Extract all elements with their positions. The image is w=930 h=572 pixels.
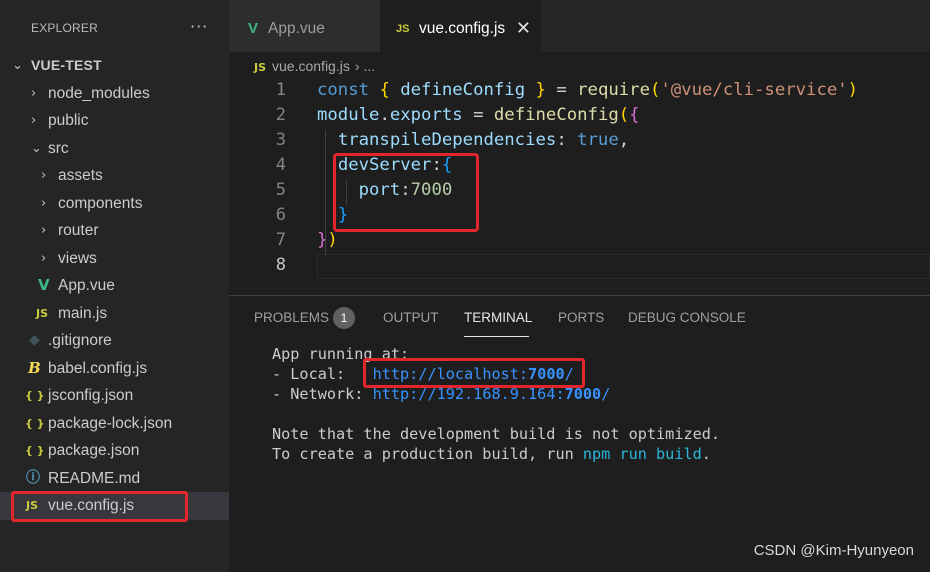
code-line: }): [317, 230, 338, 250]
folder-public[interactable]: › public: [0, 107, 229, 135]
highlight-box-devserver: [333, 153, 479, 232]
vue-icon: V: [248, 20, 259, 37]
js-icon: JS: [36, 306, 49, 320]
babel-icon: B: [28, 358, 41, 377]
file-app-vue[interactable]: V App.vue: [0, 272, 229, 300]
vue-icon: V: [38, 276, 50, 294]
line-number: 7: [275, 230, 286, 250]
line-number: 1: [275, 80, 286, 100]
file-gitignore[interactable]: ◆ .gitignore: [0, 327, 229, 355]
watermark: CSDN @Kim-Hyunyeon: [753, 542, 914, 559]
json-icon: { }: [25, 444, 45, 457]
code-line: module.exports = defineConfig({: [317, 105, 640, 125]
chevron-right-icon: ›: [31, 85, 37, 101]
tree-item-label: package-lock.json: [48, 414, 173, 432]
tree-item-label: src: [48, 139, 69, 157]
breadcrumb: JS vue.config.js ›...: [254, 58, 375, 74]
line-number: 2: [275, 105, 286, 125]
terminal-network-label: - Network:: [272, 385, 373, 403]
js-icon: JS: [396, 23, 410, 35]
tab-app-vue[interactable]: V App.vue: [229, 0, 380, 52]
folder-node-modules[interactable]: › node_modules: [0, 80, 229, 108]
file-babel-config[interactable]: B babel.config.js: [0, 355, 229, 383]
json-icon: { }: [25, 389, 45, 402]
tree-item-label: App.vue: [58, 277, 115, 294]
git-icon: ◆: [29, 332, 40, 348]
current-line-highlight: [317, 254, 930, 279]
tree-item-label: main.js: [58, 304, 108, 322]
folder-assets[interactable]: › assets: [0, 162, 229, 190]
chevron-right-icon: ›: [41, 195, 47, 211]
chevron-right-icon: ›: [41, 223, 47, 238]
tree-item-label: public: [48, 112, 89, 129]
more-actions-icon[interactable]: ···: [190, 17, 208, 36]
file-main-js[interactable]: JS main.js: [0, 300, 229, 328]
explorer-sidebar: EXPLORER ··· ⌄ VUE-TEST › node_modules ›…: [0, 0, 229, 572]
json-icon: { }: [25, 416, 45, 430]
code-line: transpileDependencies: true,: [337, 130, 630, 150]
line-number: 6: [275, 205, 286, 225]
file-package-lock[interactable]: { } package-lock.json: [0, 410, 229, 438]
chevron-down-icon: ⌄: [12, 58, 23, 73]
explorer-title: EXPLORER: [31, 21, 98, 35]
highlight-box-local-url: [363, 358, 585, 388]
active-tab-indicator: [464, 336, 529, 337]
tree-item-label: jsconfig.json: [48, 387, 134, 404]
chevron-down-icon: ⌄: [31, 140, 42, 156]
folder-src[interactable]: ⌄ src: [0, 135, 229, 163]
folder-components[interactable]: › components: [0, 190, 229, 218]
chevron-right-icon: ›: [41, 168, 47, 183]
editor-tab-bar: V App.vue JS vue.config.js ✕: [229, 0, 930, 52]
folder-views[interactable]: › views: [0, 245, 229, 273]
highlight-box-file: [11, 491, 188, 522]
tab-ports[interactable]: PORTS: [558, 310, 604, 325]
tree-item-label: node_modules: [48, 84, 150, 102]
file-readme[interactable]: ⓘ README.md: [0, 465, 229, 493]
breadcrumb-file[interactable]: vue.config.js: [272, 58, 350, 74]
js-icon: JS: [254, 61, 267, 74]
file-jsconfig[interactable]: { } jsconfig.json: [0, 382, 229, 410]
terminal-line: To create a production build, run npm ru…: [272, 445, 711, 463]
tree-item-label: package.json: [48, 442, 140, 459]
tree-item-label: views: [58, 249, 97, 267]
tree-item-label: babel.config.js: [48, 359, 148, 377]
chevron-right-icon: ›: [41, 250, 47, 266]
tree-item-label: components: [58, 194, 143, 212]
terminal-line: Note that the development build is not o…: [272, 425, 721, 443]
tree-item-label: README.md: [48, 469, 141, 487]
tab-vue-config[interactable]: JS vue.config.js ✕: [380, 0, 541, 52]
tree-item-label: .gitignore: [48, 332, 112, 349]
folder-root[interactable]: ⌄ VUE-TEST: [0, 52, 229, 80]
problems-count-badge: 1: [333, 307, 355, 329]
code-line: const { defineConfig } = require('@vue/c…: [317, 80, 859, 100]
file-package-json[interactable]: { } package.json: [0, 437, 229, 465]
terminal-local-label: - Local:: [272, 365, 373, 383]
tab-debug-console[interactable]: DEBUG CONSOLE: [628, 310, 746, 325]
info-icon: ⓘ: [26, 469, 40, 486]
close-icon[interactable]: ✕: [516, 0, 531, 58]
line-number: 5: [275, 180, 286, 200]
tree-item-label: assets: [58, 167, 103, 184]
bottom-panel: PROBLEMS 1 OUTPUT TERMINAL PORTS DEBUG C…: [229, 295, 930, 572]
file-tree: ⌄ VUE-TEST › node_modules › public ⌄ src…: [0, 52, 229, 520]
line-number: 3: [275, 130, 286, 150]
chevron-right-icon: ›: [31, 113, 37, 128]
tab-label: vue.config.js: [419, 20, 506, 37]
chevron-right-icon: ›: [354, 58, 360, 74]
tab-terminal[interactable]: TERMINAL: [464, 310, 532, 325]
line-number: 8: [275, 255, 286, 275]
tab-output[interactable]: OUTPUT: [383, 310, 439, 325]
breadcrumb-tail[interactable]: ...: [364, 58, 376, 74]
tree-item-label: router: [58, 222, 99, 239]
line-number: 4: [275, 155, 286, 175]
tab-label: App.vue: [268, 20, 325, 37]
npm-command: npm run build: [582, 445, 702, 463]
folder-root-label: VUE-TEST: [31, 57, 102, 73]
folder-router[interactable]: › router: [0, 217, 229, 245]
tab-problems[interactable]: PROBLEMS: [254, 310, 329, 325]
